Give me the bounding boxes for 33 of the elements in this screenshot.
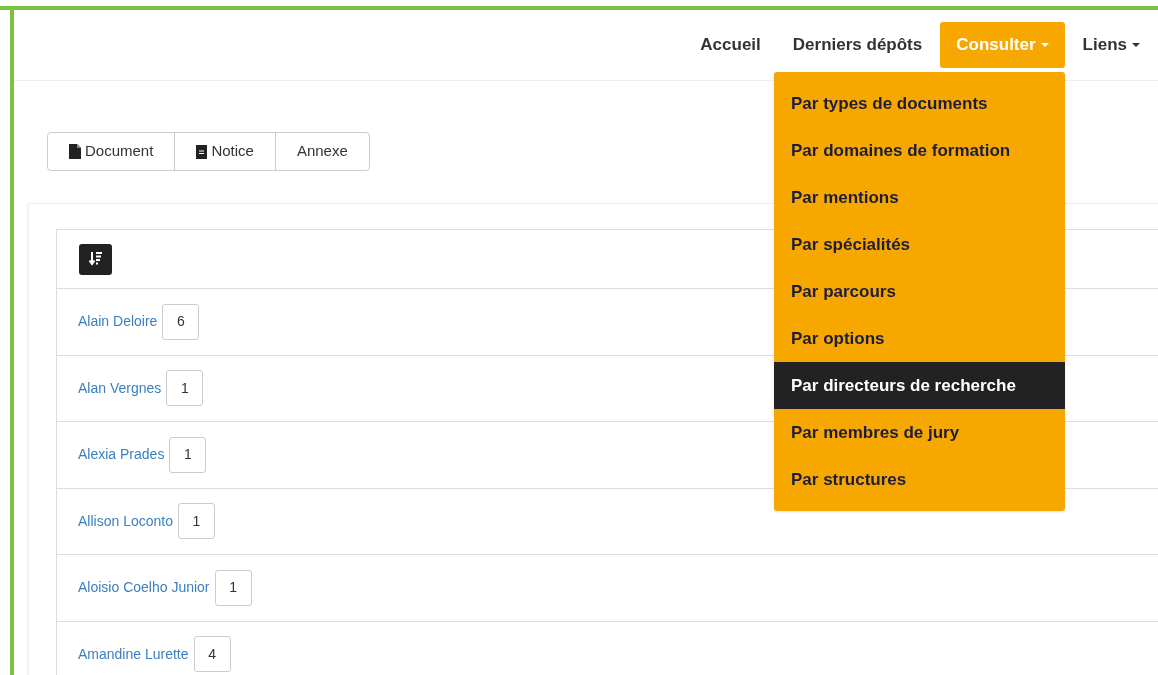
count-badge: 1 [214,569,252,606]
count-badge: 1 [169,436,207,473]
sort-button[interactable] [79,243,112,275]
sort-descending-icon [88,251,103,267]
menu-item[interactable]: Par mentions [774,174,1065,221]
count-badge: 1 [166,370,204,407]
nav-link[interactable]: Derniers dépôts [778,22,937,68]
count-badge: 4 [193,636,231,673]
file-icon [69,144,81,159]
director-link[interactable]: Allison Loconto [78,510,173,532]
director-link[interactable]: Alexia Prades [78,444,165,466]
filter-button[interactable]: Document [47,132,176,171]
count-badge: 1 [177,503,215,540]
menu-item[interactable]: Par structures [774,456,1065,503]
caret-icon [1040,42,1049,48]
director-link[interactable]: Alan Vergnes [78,377,162,399]
menu-item[interactable]: Par directeurs de recherche [774,362,1065,409]
menu-item[interactable]: Par types de documents [774,80,1065,127]
director-link[interactable]: Aloisio Coelho Junior [78,577,210,599]
menu-item[interactable]: Par spécialités [774,221,1065,268]
filter-button[interactable]: Annexe [274,132,370,171]
director-link[interactable]: Alain Deloire [78,311,158,333]
document-icon [196,144,208,159]
menu-item[interactable]: Par options [774,315,1065,362]
count-badge: 6 [162,303,200,340]
nav-link[interactable]: Liens [1068,22,1154,68]
filter-button[interactable]: Notice [174,132,276,171]
nav-link[interactable]: Accueil [686,22,775,68]
director-link[interactable]: Amandine Lurette [78,643,189,665]
menu-item[interactable]: Par parcours [774,268,1065,315]
menu-item[interactable]: Par membres de jury [774,409,1065,456]
menu-item[interactable]: Par domaines de formation [774,127,1065,174]
caret-icon [1132,42,1140,48]
